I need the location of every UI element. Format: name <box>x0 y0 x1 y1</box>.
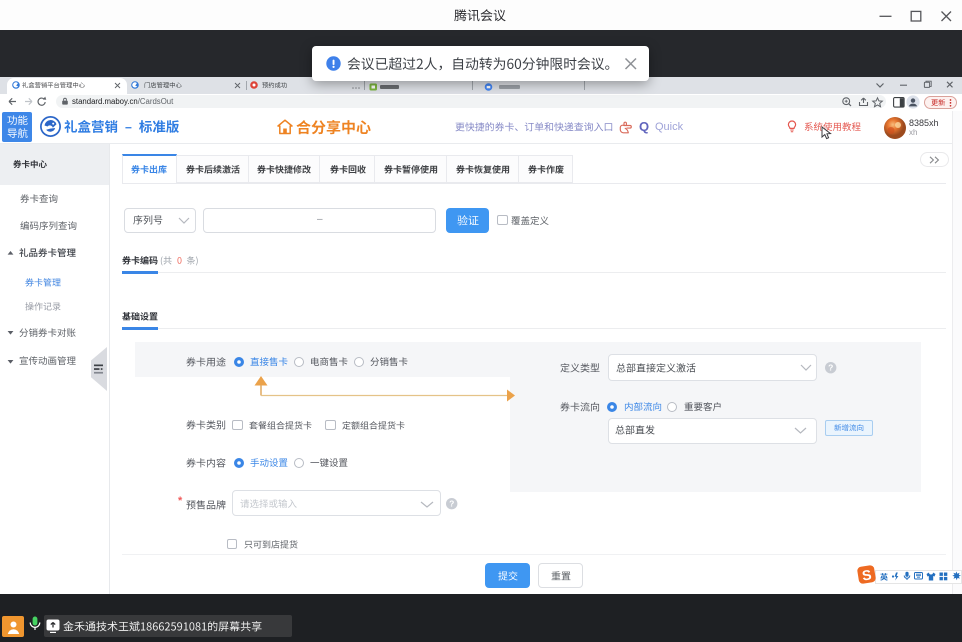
svg-text:?: ? <box>828 362 833 372</box>
svg-text:?: ? <box>449 499 454 509</box>
